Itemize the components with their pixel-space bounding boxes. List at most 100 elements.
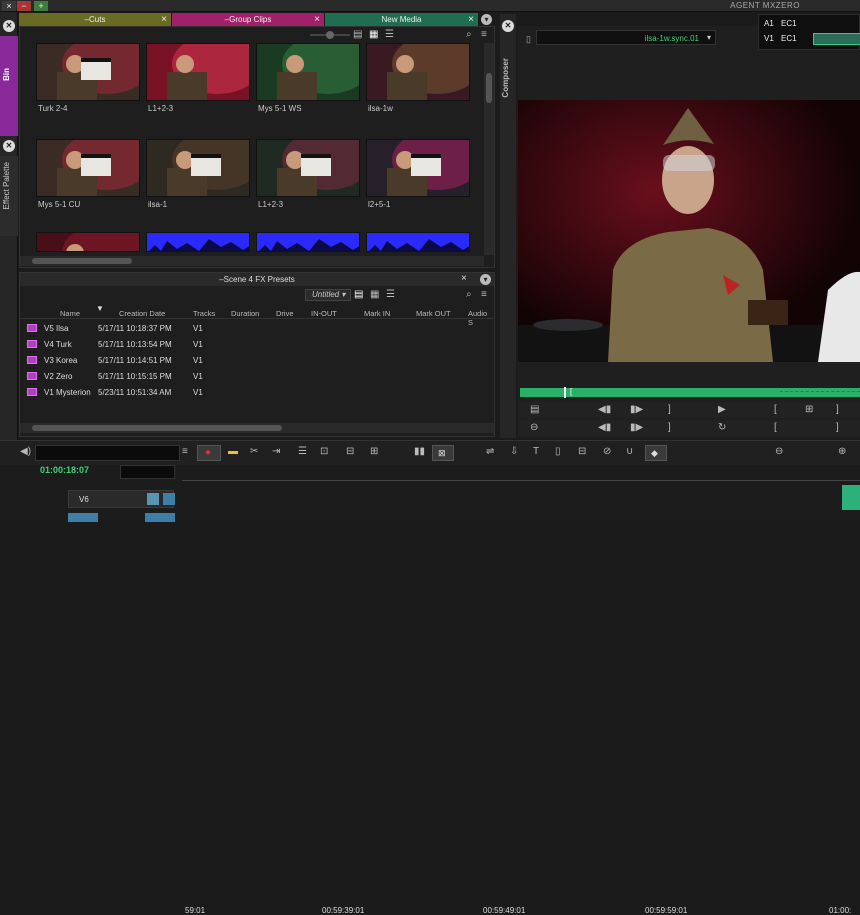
presets-horizontal-scrollbar[interactable] [20, 423, 494, 433]
preset-row[interactable]: V5 Ilsa 5/17/11 10:18:37 PM V1 [20, 321, 494, 337]
scrollbar-thumb[interactable] [32, 258, 132, 264]
frame-view-icon[interactable]: ▦ [369, 29, 378, 41]
bin-vertical-scrollbar[interactable] [484, 43, 494, 255]
motion-button[interactable]: ◆ [645, 445, 667, 461]
preset-row[interactable]: V1 Mysterion 5/23/11 10:51:34 AM V1 [20, 385, 494, 401]
track-monitor-toggle[interactable] [147, 493, 159, 505]
effect-mode-button[interactable]: ⊠ [432, 445, 454, 461]
list-view-icon[interactable]: ▤ [354, 289, 363, 301]
clip-thumbnail[interactable] [36, 139, 140, 197]
column-header-name[interactable]: Name [60, 309, 80, 318]
overwrite-icon[interactable]: ⇥ [272, 446, 280, 458]
effect-palette-side-tab[interactable]: Effect Palette [0, 156, 18, 236]
scrollbar-thumb[interactable] [486, 73, 492, 103]
slider-handle[interactable] [326, 31, 334, 39]
trim-icon[interactable]: ] [668, 422, 671, 434]
link-icon[interactable]: ⊖ [530, 422, 538, 434]
step-forward-icon[interactable]: ▮▶ [630, 404, 643, 416]
bin-menu-icon[interactable]: ▾ [481, 14, 492, 25]
clear-marks-icon[interactable]: ⊞ [805, 404, 813, 416]
play-icon[interactable]: ▶ [718, 404, 726, 416]
presets-menu-icon[interactable]: ▾ [480, 274, 491, 285]
tab-new-media[interactable]: New Media × [325, 13, 478, 26]
clip-name-menu[interactable]: ilsa-1w.sync.01 ▾ [536, 30, 716, 45]
render-icon[interactable]: ▯ [555, 446, 561, 458]
clip-thumbnail[interactable] [256, 43, 360, 101]
clip-thumbnail[interactable] [256, 139, 360, 197]
record-button[interactable]: ● [197, 445, 221, 461]
maximize-button[interactable]: + [34, 1, 48, 11]
column-header-tracks[interactable]: Tracks [193, 309, 215, 318]
close-effect-palette-icon[interactable]: ✕ [3, 140, 15, 152]
lift-icon[interactable]: ☰ [298, 446, 307, 458]
column-header-in-out[interactable]: IN-OUT [311, 309, 337, 318]
list-view-icon[interactable]: ▤ [353, 29, 362, 41]
audio-icon[interactable]: ◀) [20, 446, 31, 458]
preset-row[interactable]: V2 Zero 5/17/11 10:15:15 PM V1 [20, 369, 494, 385]
timeline-ruler[interactable] [182, 463, 860, 481]
preset-row[interactable]: V4 Turk 5/17/11 10:13:54 PM V1 [20, 337, 494, 353]
no-entry-icon[interactable]: ⊘ [603, 446, 611, 458]
extract-icon[interactable]: ⊡ [320, 446, 328, 458]
curve-icon[interactable]: ∪ [626, 446, 633, 458]
column-header-mark-in[interactable]: Mark IN [364, 309, 390, 318]
clip-thumbnail[interactable] [146, 139, 250, 197]
track-selector-button[interactable] [813, 33, 860, 45]
minimize-button[interactable]: − [17, 1, 31, 11]
column-header-duration[interactable]: Duration [231, 309, 259, 318]
clip-thumbnail[interactable] [366, 232, 470, 252]
trim-mode-icon[interactable]: ⊞ [370, 446, 378, 458]
tab-cuts[interactable]: –Cuts × [19, 13, 171, 26]
grid-icon[interactable]: ▤ [530, 404, 539, 416]
go-to-in-icon[interactable]: [ [774, 422, 777, 434]
title-tool-icon[interactable]: ⇩ [510, 446, 518, 458]
frame-view-icon[interactable]: ▦ [370, 289, 379, 301]
close-icon[interactable]: × [468, 13, 474, 26]
script-view-icon[interactable]: ☰ [385, 29, 394, 41]
tab-group-clips[interactable]: –Group Clips × [172, 13, 324, 26]
close-bin-icon[interactable]: ✕ [3, 20, 15, 32]
splice-icon[interactable]: ✂ [250, 446, 258, 458]
mark-clip-icon[interactable]: ⊟ [578, 446, 586, 458]
search-icon[interactable]: ⌕ [466, 289, 472, 301]
composer-tab-label[interactable]: Composer [501, 58, 515, 98]
script-view-icon[interactable]: ☰ [386, 289, 395, 301]
mark-out-icon[interactable]: ] [668, 404, 671, 416]
column-header-drive[interactable]: Drive [276, 309, 294, 318]
preset-row[interactable]: V3 Korea 5/17/11 10:14:51 PM V1 [20, 353, 494, 369]
clip-thumbnail[interactable] [366, 139, 470, 197]
mixer-icon[interactable]: ⇌ [486, 446, 494, 458]
bin-side-tab[interactable]: Bin [0, 36, 18, 136]
search-icon[interactable]: ⌕ [466, 29, 472, 41]
go-to-out-icon[interactable]: ] [836, 422, 839, 434]
source-monitor-icon[interactable]: ▯ [526, 34, 531, 45]
clip-thumbnail[interactable] [366, 43, 470, 101]
timeline-menu-icon[interactable]: ≡ [182, 446, 188, 458]
step-back-icon[interactable]: ◀▮ [598, 404, 611, 416]
text-tool-icon[interactable]: T [533, 446, 539, 458]
clip-thumbnail[interactable] [146, 43, 250, 101]
mark-out-button-icon[interactable]: ] [836, 404, 839, 416]
close-icon[interactable]: × [314, 13, 320, 26]
track-v6-header[interactable]: V6 [68, 490, 175, 508]
timecode-display-box[interactable] [35, 445, 180, 461]
rewind-icon[interactable]: ◀▮ [598, 422, 611, 434]
close-icon[interactable]: × [161, 13, 167, 26]
close-icon[interactable]: × [461, 273, 467, 284]
zoom-out-icon[interactable]: ⊖ [775, 446, 783, 458]
column-header-creation-date[interactable]: Creation Date [119, 309, 165, 318]
column-header-mark-out[interactable]: Mark OUT [416, 309, 451, 318]
fast-forward-icon[interactable]: ▮▶ [630, 422, 643, 434]
hamburger-menu-icon[interactable]: ≡ [481, 289, 487, 301]
hamburger-menu-icon[interactable]: ≡ [481, 29, 487, 41]
clip-thumbnail[interactable] [36, 43, 140, 101]
close-icon[interactable]: × [2, 1, 16, 11]
bin-horizontal-scrollbar[interactable] [20, 256, 484, 266]
position-indicator[interactable] [564, 387, 566, 398]
timecode-field[interactable] [120, 465, 175, 479]
clip-thumbnail[interactable] [36, 232, 140, 252]
snapshot-icon[interactable]: ▮▮ [414, 446, 425, 458]
track-select-toggle[interactable] [163, 493, 175, 505]
color-correction-icon[interactable]: ▬ [228, 446, 238, 458]
clip-thumbnail[interactable] [146, 232, 250, 252]
